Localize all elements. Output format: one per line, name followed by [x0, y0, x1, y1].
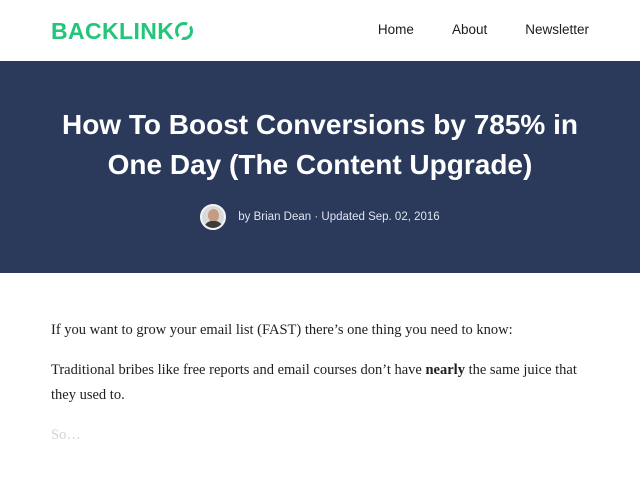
- article-byline: by Brian Dean · Updated Sep. 02, 2016: [0, 204, 640, 230]
- article-title: How To Boost Conversions by 785% in One …: [61, 109, 578, 180]
- author-avatar: [200, 204, 227, 230]
- main-menu: Home About Newsletter: [378, 21, 589, 39]
- nav-home-link[interactable]: Home: [378, 21, 414, 39]
- top-navigation: BACKLINK Home About Newsletter: [0, 0, 640, 61]
- article-hero: How To Boost Conversions by 785% in One …: [0, 61, 640, 273]
- updated-date: Updated Sep. 02, 2016: [321, 211, 440, 223]
- avatar-shirt-shape: [204, 221, 224, 228]
- article-paragraph: Traditional bribes like free reports and…: [51, 358, 591, 408]
- article-body: If you want to grow your email list (FAS…: [51, 273, 591, 487]
- paragraph-text: Traditional bribes like free reports and…: [51, 362, 426, 378]
- backlinko-logo[interactable]: BACKLINK: [51, 17, 194, 45]
- author-name[interactable]: by Brian Dean: [238, 211, 311, 223]
- bold-emphasis: nearly: [425, 362, 465, 378]
- article-paragraph: If you want to grow your email list (FAS…: [51, 322, 513, 338]
- byline-separator: ·: [314, 211, 319, 223]
- logo-text: BACKLINK: [51, 18, 175, 44]
- logo-o-icon: [175, 22, 194, 40]
- nav-about-link[interactable]: About: [452, 21, 487, 39]
- nav-newsletter-link[interactable]: Newsletter: [525, 21, 589, 39]
- byline-text: by Brian Dean · Updated Sep. 02, 2016: [238, 211, 439, 223]
- article-paragraph: So…: [51, 427, 81, 443]
